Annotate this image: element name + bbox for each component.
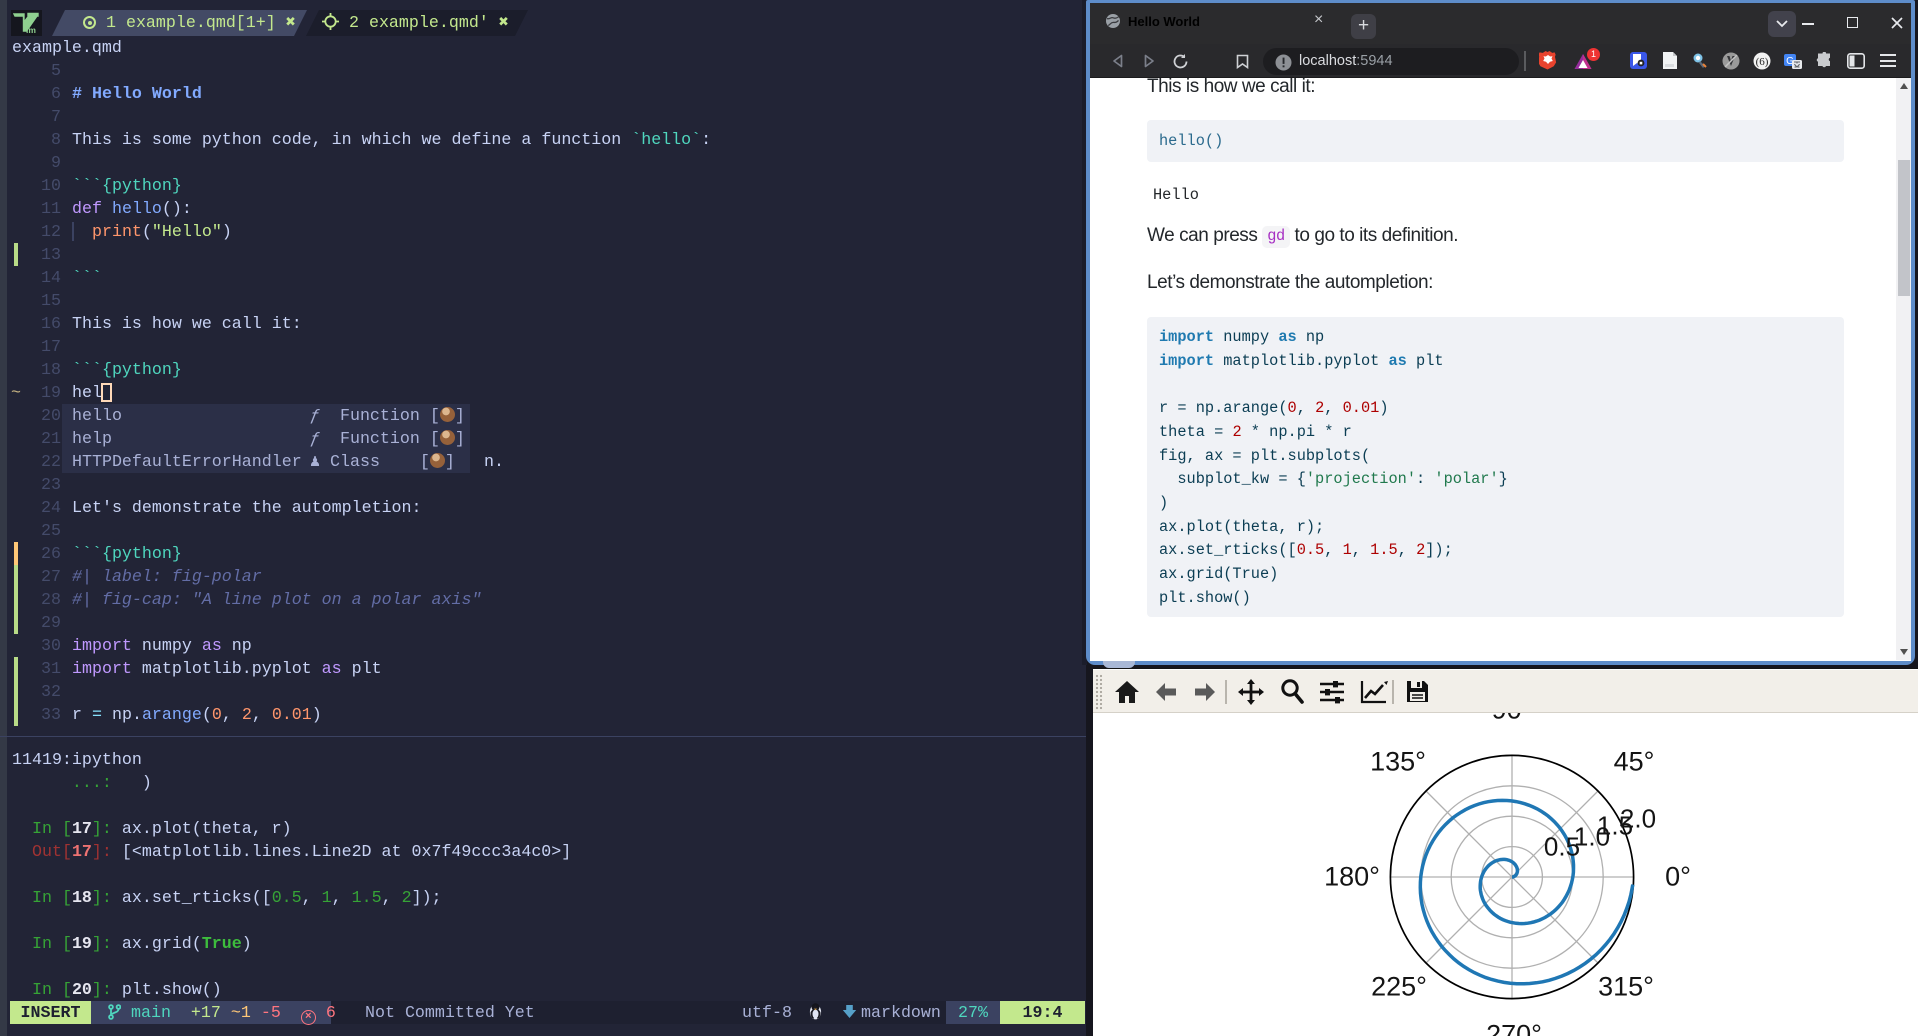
svg-text:(6): (6)	[1756, 56, 1769, 68]
svg-text:im: im	[26, 25, 36, 34]
